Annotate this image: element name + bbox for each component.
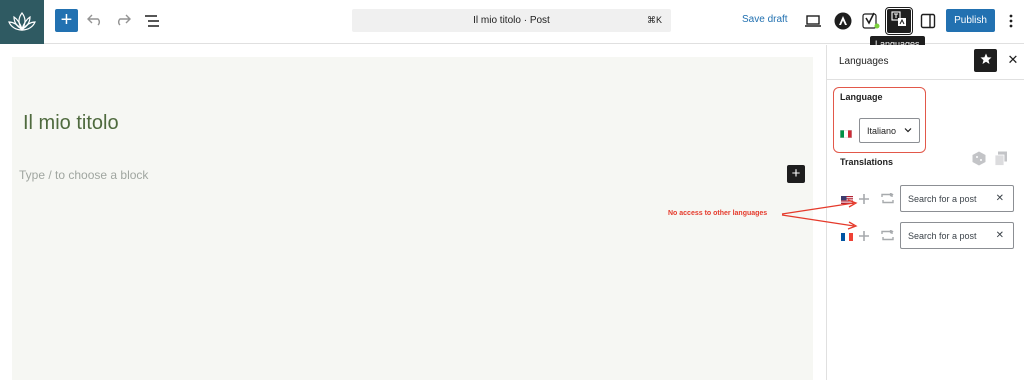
yoast-icon[interactable] — [861, 11, 881, 31]
search-placeholder: Search for a post — [908, 230, 977, 241]
translation-search-input-us[interactable]: Search for a post ✕ — [900, 185, 1014, 212]
language-select[interactable]: Italiano — [859, 118, 920, 143]
annotation-text: No access to other languages — [668, 210, 768, 217]
document-title-bar[interactable]: Il mio titolo · Post ⌘K — [352, 9, 671, 32]
language-select-value: Italiano — [867, 125, 897, 136]
sidebar-toggle-icon[interactable] — [918, 11, 938, 31]
sidebar-header: Languages ✕ — [827, 45, 1024, 80]
chevron-down-icon — [904, 126, 912, 135]
search-placeholder: Search for a post — [908, 193, 977, 204]
annotation-arrows — [781, 199, 858, 230]
add-block-button[interactable]: + — [55, 9, 78, 32]
copy-icon[interactable] — [994, 151, 1008, 171]
sidebar-title: Languages — [839, 56, 889, 67]
save-draft-button[interactable]: Save draft — [742, 14, 788, 25]
undo-icon[interactable] — [85, 11, 105, 31]
command-shortcut: ⌘K — [646, 15, 662, 25]
clear-translation-button[interactable]: ✕ — [996, 193, 1004, 204]
language-label: Language — [840, 92, 883, 102]
redo-icon[interactable] — [113, 11, 133, 31]
preview-icon[interactable] — [803, 11, 823, 31]
block-placeholder[interactable]: Type / to choose a block — [19, 168, 148, 182]
close-sidebar-button[interactable]: ✕ — [1005, 52, 1021, 68]
it-flag-icon — [840, 125, 853, 138]
synchronize-icon[interactable] — [881, 191, 894, 209]
document-title: Il mio titolo · Post — [473, 15, 550, 26]
list-view-icon[interactable] — [142, 11, 162, 31]
languages-button[interactable] — [885, 7, 913, 35]
synchronize-icon[interactable] — [881, 228, 894, 246]
astra-icon[interactable] — [833, 11, 853, 31]
translations-actions — [972, 151, 1008, 171]
languages-icon — [891, 10, 907, 32]
inline-add-block-button[interactable]: + — [787, 165, 805, 183]
clear-translation-button[interactable]: ✕ — [996, 230, 1004, 241]
publish-button[interactable]: Publish — [946, 9, 995, 32]
pin-sidebar-button[interactable] — [974, 49, 997, 72]
more-options-icon[interactable] — [1001, 11, 1021, 31]
post-title[interactable]: Il mio titolo — [23, 112, 119, 135]
add-translation-icon[interactable] — [859, 228, 869, 246]
add-translation-icon[interactable] — [859, 191, 869, 209]
translations-label: Translations — [840, 157, 894, 167]
dice-icon[interactable] — [972, 151, 986, 171]
translation-search-input-fr[interactable]: Search for a post ✕ — [900, 222, 1014, 249]
star-icon — [980, 52, 992, 70]
editor-canvas[interactable]: Il mio titolo Type / to choose a block + — [12, 57, 813, 380]
lotus-logo-icon[interactable] — [0, 0, 44, 44]
